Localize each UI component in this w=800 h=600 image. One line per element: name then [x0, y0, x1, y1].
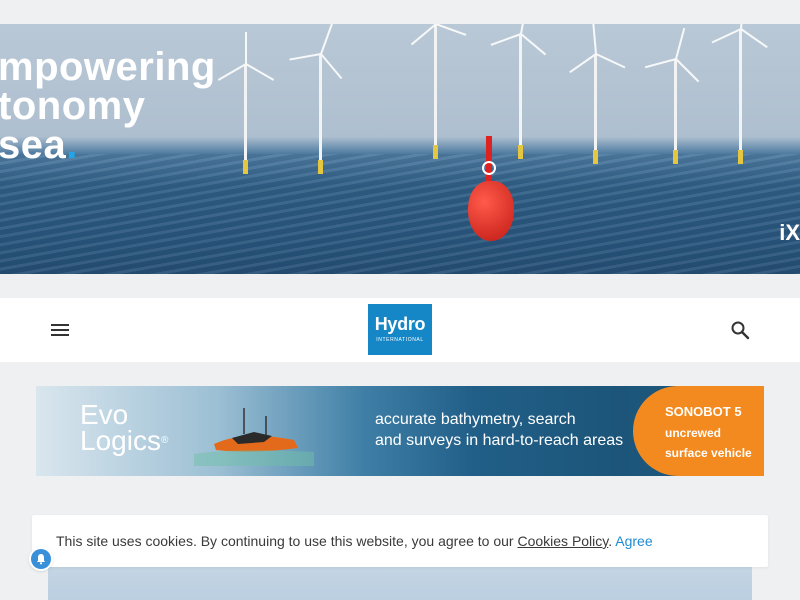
cookie-message-text: This site uses cookies. By continuing to… — [56, 533, 518, 549]
evologics-ad-banner[interactable]: Evo Logics® accurate bathymetry, search … — [36, 386, 764, 476]
wind-turbine — [711, 24, 768, 164]
tagline-line: and surveys in hard-to-reach areas — [375, 432, 624, 449]
product-desc-line: uncrewed — [665, 426, 722, 440]
sonobot-vessel-image — [194, 408, 314, 466]
hero-banner-ad[interactable]: mpowering tonomy sea. iX — [0, 24, 800, 274]
evologics-logo-line: Logics — [80, 425, 161, 456]
hero-headline: mpowering tonomy sea. — [0, 45, 216, 167]
wind-turbine — [217, 32, 275, 174]
evologics-logo: Evo Logics® — [80, 401, 169, 456]
wind-turbine — [410, 24, 467, 159]
wind-turbine — [289, 24, 343, 174]
sea-background — [0, 154, 800, 274]
cookie-consent-bar: This site uses cookies. By continuing to… — [32, 515, 768, 567]
hero-headline-line: tonomy — [0, 84, 146, 128]
evologics-tagline: accurate bathymetry, search and surveys … — [375, 409, 623, 451]
agree-button[interactable]: Agree — [615, 533, 652, 549]
search-icon[interactable] — [728, 318, 752, 342]
cookies-policy-link[interactable]: Cookies Policy — [517, 533, 608, 549]
cookie-message: This site uses cookies. By continuing to… — [56, 533, 653, 549]
site-header: Hydro INTERNATIONAL — [0, 298, 800, 362]
product-desc-line: surface vehicle — [665, 446, 752, 460]
bell-icon[interactable] — [31, 549, 51, 569]
hamburger-menu-icon[interactable] — [48, 318, 72, 342]
site-logo[interactable]: Hydro INTERNATIONAL — [368, 304, 432, 355]
product-name: SONOBOT 5 — [665, 404, 742, 419]
hero-headline-dot: . — [66, 123, 78, 167]
hero-headline-line: sea — [0, 123, 67, 167]
product-description: uncrewed surface vehicle — [665, 423, 764, 463]
hero-headline-line: mpowering — [0, 45, 216, 89]
wind-turbine — [569, 24, 626, 164]
logo-wordmark: Hydro — [374, 314, 426, 334]
logo-subtitle: INTERNATIONAL — [376, 337, 424, 343]
registered-mark: ® — [160, 435, 169, 446]
red-buoy — [468, 136, 514, 246]
hero-brand-logo: iX — [779, 220, 800, 245]
product-badge: SONOBOT 5 uncrewed surface vehicle — [633, 386, 764, 476]
tagline-line: accurate bathymetry, search — [375, 411, 576, 428]
wind-turbine — [644, 27, 700, 164]
